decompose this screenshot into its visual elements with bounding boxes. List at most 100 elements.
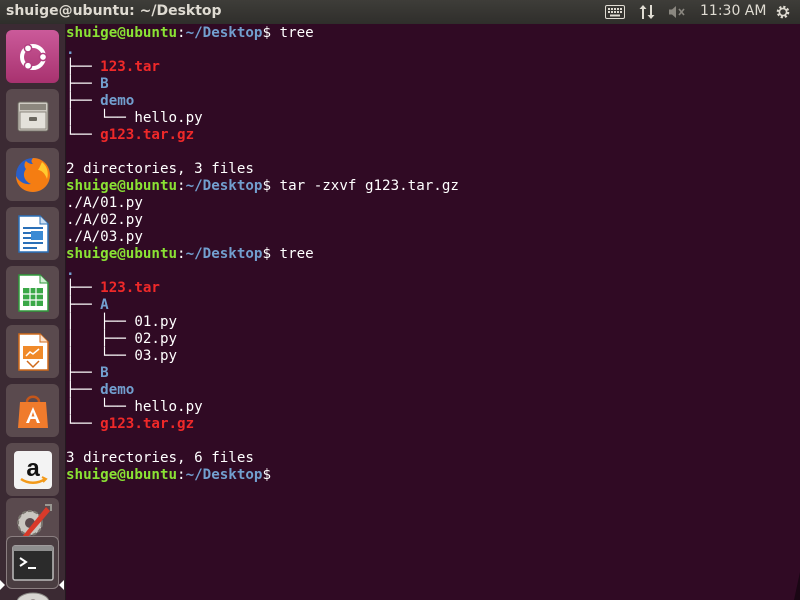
gear-icon[interactable] bbox=[772, 3, 794, 21]
libreoffice-calc-button[interactable] bbox=[6, 266, 59, 319]
scrollbar-indicator[interactable] bbox=[794, 572, 800, 600]
tree-prefix: ├── bbox=[66, 382, 101, 398]
line-text: 123.tar bbox=[100, 280, 160, 296]
output-line: ./A/02.py bbox=[66, 212, 459, 229]
tree-prefix: │ ├── bbox=[66, 331, 135, 347]
line-text: B bbox=[100, 76, 109, 92]
output-line: ├── 123.tar bbox=[66, 59, 459, 76]
output-line: │ └── hello.py bbox=[66, 110, 459, 127]
line-text: 02.py bbox=[134, 331, 178, 347]
amazon-icon: a bbox=[13, 450, 52, 489]
prompt-path: ~/Desktop bbox=[185, 246, 263, 262]
terminal-icon bbox=[11, 544, 54, 581]
output-line: ├── B bbox=[66, 365, 459, 382]
output-line: ├── A bbox=[66, 297, 459, 314]
firefox-icon bbox=[15, 157, 50, 192]
disc-icon bbox=[16, 592, 49, 600]
keyboard-icon[interactable] bbox=[603, 3, 627, 21]
output-line: ├── B bbox=[66, 76, 459, 93]
software-bag-icon bbox=[17, 395, 48, 428]
active-indicator-right bbox=[59, 580, 64, 590]
prompt-colon: : bbox=[177, 178, 186, 194]
calc-spreadsheet-icon bbox=[17, 273, 49, 312]
prompt-colon: : bbox=[177, 246, 186, 262]
tree-prefix: └── bbox=[66, 127, 101, 143]
output-line: ./A/01.py bbox=[66, 195, 459, 212]
command-text: tree bbox=[271, 25, 314, 41]
tree-prefix: │ ├── bbox=[66, 314, 135, 330]
svg-text:a: a bbox=[26, 455, 40, 482]
impress-presentation-icon bbox=[17, 332, 49, 371]
ubuntu-logo-icon bbox=[19, 43, 47, 70]
files-button[interactable] bbox=[6, 89, 59, 142]
firefox-button[interactable] bbox=[6, 148, 59, 201]
line-text: hello.py bbox=[134, 399, 203, 415]
command-text: tar -zxvf g123.tar.gz bbox=[271, 178, 459, 194]
line-text: demo bbox=[100, 93, 135, 109]
prompt-sigil: $ bbox=[262, 467, 272, 483]
prompt-line: shuige@ubuntu:~/Desktop$ tree bbox=[66, 246, 459, 263]
line-text: 2 directories, 3 files bbox=[66, 161, 254, 177]
clock[interactable]: 11:30 AM bbox=[700, 3, 766, 19]
settings-tools-icon bbox=[16, 504, 52, 539]
tree-prefix: ├── bbox=[66, 297, 101, 313]
line-text: 3 directories, 6 files bbox=[66, 450, 254, 466]
tree-prefix: ├── bbox=[66, 59, 101, 75]
output-line: │ ├── 02.py bbox=[66, 331, 459, 348]
output-line: └── g123.tar.gz bbox=[66, 127, 459, 144]
active-indicator-left bbox=[0, 580, 5, 590]
prompt-path: ~/Desktop bbox=[185, 467, 263, 483]
terminal-output: shuige@ubuntu:~/Desktop$ tree. ├── 123.ta… bbox=[66, 25, 459, 484]
output-line: │ ├── 01.py bbox=[66, 314, 459, 331]
output-line: 2 directories, 3 files bbox=[66, 161, 459, 178]
network-icon[interactable] bbox=[636, 3, 658, 21]
line-text: 01.py bbox=[134, 314, 178, 330]
line-text: ./A/01.py bbox=[66, 195, 143, 211]
line-text: B bbox=[100, 365, 109, 381]
line-text: ./A/03.py bbox=[66, 229, 143, 245]
output-line: │ └── 03.py bbox=[66, 348, 459, 365]
prompt-line: shuige@ubuntu:~/Desktop$ bbox=[66, 467, 459, 484]
prompt-colon: : bbox=[177, 467, 186, 483]
volume-muted-icon[interactable] bbox=[666, 3, 688, 21]
prompt-path: ~/Desktop bbox=[185, 178, 263, 194]
line-text: A bbox=[100, 297, 109, 313]
tree-prefix: ├── bbox=[66, 280, 101, 296]
output-line: 3 directories, 6 files bbox=[66, 450, 459, 467]
tree-prefix: │ └── bbox=[66, 399, 135, 415]
prompt-line: shuige@ubuntu:~/Desktop$ tree bbox=[66, 25, 459, 42]
prompt-user: shuige@ubuntu bbox=[66, 178, 178, 194]
libreoffice-writer-button[interactable] bbox=[6, 207, 59, 260]
tree-prefix: ├── bbox=[66, 76, 101, 92]
line-text: g123.tar.gz bbox=[100, 127, 195, 143]
prompt-user: shuige@ubuntu bbox=[66, 467, 178, 483]
line-text: hello.py bbox=[134, 110, 203, 126]
tree-prefix: │ └── bbox=[66, 348, 135, 364]
prompt-line: shuige@ubuntu:~/Desktop$ tar -zxvf g123.… bbox=[66, 178, 459, 195]
output-line: └── g123.tar.gz bbox=[66, 416, 459, 433]
ubuntu-dash-button[interactable] bbox=[6, 30, 59, 83]
line-text: g123.tar.gz bbox=[100, 416, 195, 432]
tree-prefix: │ └── bbox=[66, 110, 135, 126]
tree-prefix: ├── bbox=[66, 365, 101, 381]
line-text: 03.py bbox=[134, 348, 178, 364]
top-panel: shuige@ubuntu: ~/Desktop 11:30 AM bbox=[0, 0, 800, 24]
prompt-user: shuige@ubuntu bbox=[66, 25, 178, 41]
terminal-window[interactable]: shuige@ubuntu:~/Desktop$ tree. ├── 123.ta… bbox=[66, 24, 800, 600]
output-line: ./A/03.py bbox=[66, 229, 459, 246]
amazon-button[interactable]: a bbox=[6, 443, 59, 496]
terminal-button[interactable] bbox=[6, 536, 59, 589]
ubuntu-software-button[interactable] bbox=[6, 384, 59, 437]
tree-prefix: . bbox=[66, 42, 75, 58]
output-line: ├── demo bbox=[66, 93, 459, 110]
dvd-button[interactable] bbox=[6, 590, 59, 600]
prompt-path: ~/Desktop bbox=[185, 25, 263, 41]
libreoffice-impress-button[interactable] bbox=[6, 325, 59, 378]
tree-prefix: └── bbox=[66, 416, 101, 432]
line-text: 123.tar bbox=[100, 59, 160, 75]
prompt-colon: : bbox=[177, 25, 186, 41]
line-text: demo bbox=[100, 382, 135, 398]
output-line: ├── 123.tar bbox=[66, 280, 459, 297]
